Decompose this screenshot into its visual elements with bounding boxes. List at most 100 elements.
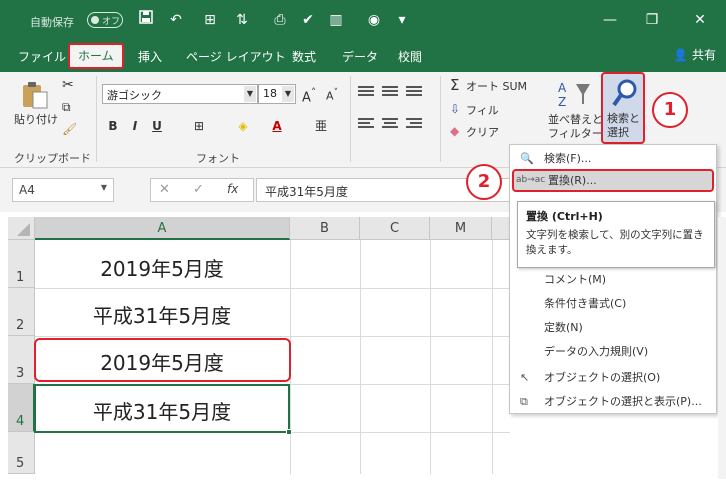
scrollbar[interactable] <box>718 217 726 479</box>
clear-button[interactable]: クリア <box>466 126 499 140</box>
row-header-1[interactable]: 1 <box>8 240 35 288</box>
cell-a2[interactable]: 平成31年5月度 <box>36 300 288 329</box>
tab-formulas[interactable]: 数式 <box>292 46 316 68</box>
title-bar: 自動保存 オフ ↶ ⊞ ⇅ ⎙ ✔ ▥ ◉ ▾ — ❐ ✕ <box>0 0 726 40</box>
menu-item-search[interactable]: 🔍 検索(F)... <box>510 147 716 170</box>
font-size-select[interactable]: 18 ▼ <box>258 84 296 104</box>
autosum-button[interactable]: オート SUM <box>466 80 527 94</box>
autosave-label: 自動保存 <box>30 16 74 29</box>
column-header-b[interactable]: B <box>290 217 360 240</box>
cell-a3-highlight <box>34 338 291 382</box>
undo-icon[interactable]: ↶ <box>166 10 186 30</box>
grid-line <box>35 336 510 337</box>
row-header-3[interactable]: 3 <box>8 336 35 384</box>
autosave-state: オフ <box>102 17 121 27</box>
column-header-a[interactable]: A <box>35 217 290 240</box>
camera-icon[interactable]: ◉ <box>364 10 384 30</box>
menu-item-comment[interactable]: コメント(M) <box>510 268 716 291</box>
cut-icon[interactable]: ✂ <box>62 78 74 92</box>
cursor-icon: ↖ <box>520 371 530 384</box>
row-header-4[interactable]: 4 <box>8 384 35 432</box>
row-number: 5 <box>16 456 25 471</box>
menu-item-select-objects[interactable]: ↖ オブジェクトの選択(O) <box>510 366 716 389</box>
menu-item-constants[interactable]: 定数(N) <box>510 316 716 339</box>
spelling-icon[interactable]: ✔ <box>298 10 318 30</box>
row-header-5[interactable]: 5 <box>8 432 35 474</box>
chevron-down-icon: ▼ <box>244 86 256 102</box>
save-icon[interactable] <box>136 10 156 30</box>
enter-icon[interactable]: ✓ <box>193 182 204 197</box>
minimize-icon[interactable]: — <box>600 10 620 30</box>
border-icon[interactable]: ⊞ <box>200 10 220 30</box>
underline-icon[interactable]: U <box>148 117 166 135</box>
find-select-button[interactable]: 検索と 選択 <box>601 72 645 144</box>
increase-font-icon[interactable]: A˄ <box>302 86 316 105</box>
chevron-down-icon: ▼ <box>282 86 294 102</box>
group-divider <box>440 76 441 162</box>
tab-review[interactable]: 校閲 <box>398 46 422 68</box>
name-box[interactable]: A4 ▼ <box>12 178 114 202</box>
customize-icon[interactable]: ▾ <box>392 10 412 30</box>
sort-filter-label-1[interactable]: 並べ替えと <box>548 113 603 127</box>
font-name-value: 游ゴシック <box>107 89 162 102</box>
selection-pane-icon: ⧉ <box>520 395 528 408</box>
cell-a1[interactable]: 2019年5月度 <box>36 253 288 282</box>
magnifier-icon <box>611 78 639 111</box>
decrease-font-icon[interactable]: A˅ <box>326 86 338 104</box>
sort-filter-icon[interactable]: AZ <box>556 78 592 112</box>
tab-insert[interactable]: 挿入 <box>138 46 162 68</box>
fill-handle[interactable] <box>286 429 292 435</box>
tab-data[interactable]: データ <box>342 46 378 68</box>
font-group-label: フォント <box>196 152 240 165</box>
phonetic-icon[interactable]: 亜 <box>312 117 330 135</box>
toggle-knob <box>91 16 99 24</box>
chart-icon[interactable]: ▥ <box>326 10 346 30</box>
paste-icon[interactable] <box>20 80 50 110</box>
alignment-group <box>356 82 436 142</box>
column-header-m[interactable]: M <box>430 217 492 240</box>
paste-button[interactable]: 貼り付け <box>14 113 58 127</box>
menu-item-data-validation[interactable]: データの入力規則(V) <box>510 340 716 363</box>
sort-filter-label-2[interactable]: フィルター <box>548 127 603 141</box>
menu-item-replace[interactable]: ab→ac 置換(R)... <box>512 169 714 192</box>
print-preview-icon[interactable]: ⎙ <box>270 10 290 30</box>
find-select-label-1: 検索と <box>607 112 640 125</box>
eraser-icon[interactable]: ◆ <box>450 124 459 138</box>
row-header-2[interactable]: 2 <box>8 288 35 336</box>
copy-icon[interactable]: ⧉ <box>62 100 71 114</box>
cancel-icon[interactable]: ✕ <box>159 182 170 197</box>
fill-down-icon[interactable]: ⇩ <box>450 102 460 116</box>
bold-icon[interactable]: B <box>104 117 122 135</box>
clipboard-group-label: クリップボード <box>14 152 91 165</box>
fill-button[interactable]: フィル <box>466 104 499 118</box>
restore-icon[interactable]: ❐ <box>642 10 662 30</box>
sigma-icon[interactable]: Σ <box>450 78 459 93</box>
column-header-partial[interactable] <box>492 217 510 240</box>
fill-color-icon[interactable]: ◈ <box>234 117 252 135</box>
tab-home[interactable]: ホーム <box>68 43 124 69</box>
column-header-c[interactable]: C <box>360 217 430 240</box>
menu-item-selection-pane[interactable]: ⧉ オブジェクトの選択と表示(P)... <box>510 390 716 413</box>
row-number: 4 <box>16 414 25 429</box>
grid-line <box>35 288 510 289</box>
group-divider <box>350 76 351 162</box>
close-icon[interactable]: ✕ <box>690 10 710 30</box>
font-name-select[interactable]: 游ゴシック ▼ <box>102 84 258 104</box>
sort-icon[interactable]: ⇅ <box>232 10 252 30</box>
menu-item-conditional-format[interactable]: 条件付き書式(C) <box>510 292 716 315</box>
find-select-label-2: 選択 <box>607 126 629 139</box>
tab-page-layout[interactable]: ページ レイアウト <box>186 46 286 68</box>
active-cell-border <box>34 384 290 433</box>
svg-text:A: A <box>558 81 567 95</box>
insert-function-icon[interactable]: fx <box>227 182 238 196</box>
select-all-button[interactable] <box>8 217 35 240</box>
borders-icon[interactable]: ⊞ <box>190 117 208 135</box>
menu-label: オブジェクトの選択(O) <box>544 371 661 384</box>
share-button[interactable]: 👤 共有 <box>673 46 716 63</box>
tab-file[interactable]: ファイル <box>18 46 66 68</box>
menu-label: オブジェクトの選択と表示(P)... <box>544 395 702 408</box>
italic-icon[interactable]: I <box>126 117 144 135</box>
format-painter-icon[interactable]: 🖌 <box>62 122 77 136</box>
font-color-icon[interactable]: A <box>268 117 286 135</box>
autosave-toggle[interactable]: オフ <box>87 12 123 28</box>
